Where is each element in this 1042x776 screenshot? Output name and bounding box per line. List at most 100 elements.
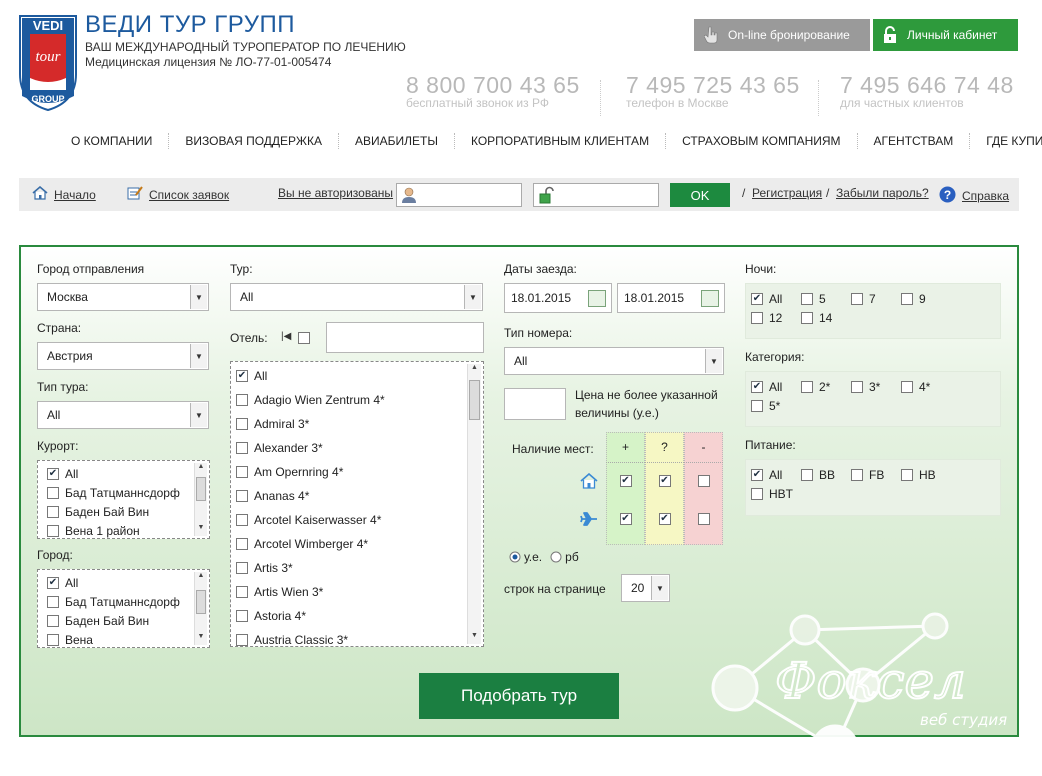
scroll-thumb[interactable]	[196, 590, 206, 614]
scrollbar[interactable]: ▲ ▼	[194, 572, 207, 645]
calendar-icon[interactable]	[588, 290, 606, 307]
calendar-icon[interactable]	[701, 290, 719, 307]
checkbox[interactable]: ✔	[751, 293, 763, 305]
checkbox[interactable]	[751, 312, 763, 324]
checkbox[interactable]	[851, 381, 863, 393]
checkbox[interactable]	[801, 469, 813, 481]
register-link[interactable]: Регистрация	[752, 186, 822, 200]
checkbox[interactable]	[47, 524, 59, 537]
option[interactable]: ✔ All	[751, 380, 782, 394]
checkbox[interactable]	[801, 381, 813, 393]
home-link[interactable]: Начало	[32, 185, 96, 203]
checkbox[interactable]	[236, 466, 248, 478]
checkbox[interactable]	[236, 586, 248, 598]
list-item[interactable]: ✔ All	[38, 573, 209, 592]
list-item[interactable]: Баден Бай Вин	[38, 611, 209, 630]
phone-moscow[interactable]: 7 495 725 43 65 телефон в Москве	[626, 72, 800, 110]
checkbox[interactable]: ✔	[658, 513, 671, 525]
checkbox[interactable]: ✔	[47, 467, 59, 480]
forgot-password-link[interactable]: Забыли пароль?	[836, 186, 929, 200]
scroll-down-icon[interactable]: ▼	[468, 632, 481, 644]
currency-radio-rb[interactable]: рб	[550, 550, 579, 564]
hotel-filter-checkbox[interactable]	[298, 332, 310, 344]
option[interactable]: FB	[851, 468, 884, 482]
checkbox[interactable]	[236, 562, 248, 574]
login-ok-button[interactable]: OK	[670, 183, 730, 207]
phone-private[interactable]: 7 495 646 74 48 для частных клиентов	[840, 72, 1014, 110]
list-item[interactable]: ✔ All	[231, 364, 483, 388]
date-to-field[interactable]: 18.01.2015	[617, 283, 725, 313]
checkbox[interactable]	[236, 490, 248, 502]
tour-select[interactable]: All ▼	[230, 283, 483, 311]
checkbox[interactable]	[236, 394, 248, 406]
hotel-search-input[interactable]	[326, 322, 484, 353]
option[interactable]: 14	[801, 311, 832, 325]
checkbox[interactable]	[851, 469, 863, 481]
orders-link[interactable]: Список заявок	[127, 186, 229, 203]
checkbox[interactable]	[47, 595, 59, 608]
checkbox[interactable]	[236, 538, 248, 550]
checkbox[interactable]	[236, 634, 248, 646]
hotel-list[interactable]: ✔ All Adagio Wien Zentrum 4* Admiral 3* Alex…	[230, 361, 484, 647]
find-tour-button[interactable]: Подобрать тур	[419, 673, 619, 719]
list-item[interactable]: Am Opernring 4*	[231, 460, 483, 484]
list-item[interactable]: Arcotel Kaiserwasser 4*	[231, 508, 483, 532]
room-type-select[interactable]: All ▼	[504, 347, 724, 375]
list-item[interactable]: Artis 3*	[231, 556, 483, 580]
scrollbar[interactable]: ▲ ▼	[194, 463, 207, 536]
option[interactable]: ✔ All	[751, 292, 782, 306]
checkbox[interactable]	[236, 514, 248, 526]
checkbox[interactable]	[236, 418, 248, 430]
list-item[interactable]: Ananas 4*	[231, 484, 483, 508]
nav-item-agencies[interactable]: АГЕНТСТВАМ	[858, 134, 970, 148]
scroll-down-icon[interactable]: ▼	[195, 524, 207, 536]
list-item[interactable]: Artis Wien 3*	[231, 580, 483, 604]
scrollbar[interactable]: ▲ ▼	[467, 364, 481, 644]
list-item[interactable]: ✔ All	[38, 464, 209, 483]
checkbox[interactable]: ✔	[751, 469, 763, 481]
nav-item-company[interactable]: О КОМПАНИИ	[55, 134, 168, 148]
nav-item-tickets[interactable]: АВИАБИЛЕТЫ	[339, 134, 454, 148]
nav-item-corporate[interactable]: КОРПОРАТИВНЫМ КЛИЕНТАМ	[455, 134, 665, 148]
scroll-up-icon[interactable]: ▲	[195, 463, 207, 475]
tour-type-select[interactable]: All ▼	[37, 401, 209, 429]
scroll-up-icon[interactable]: ▲	[468, 364, 481, 376]
checkbox[interactable]	[236, 610, 248, 622]
nav-item-where-to-buy[interactable]: ГДЕ КУПИТЬ	[970, 134, 1042, 148]
checkbox[interactable]	[801, 293, 813, 305]
checkbox[interactable]	[236, 442, 248, 454]
list-item[interactable]: Admiral 3*	[231, 412, 483, 436]
list-item[interactable]: Бад Татцманнсдорф	[38, 483, 209, 502]
list-item[interactable]: Alexander 3*	[231, 436, 483, 460]
option[interactable]: 7	[851, 292, 876, 306]
country-select[interactable]: Австрия ▼	[37, 342, 209, 370]
checkbox[interactable]	[697, 475, 710, 487]
scroll-up-icon[interactable]: ▲	[195, 572, 207, 584]
nav-item-insurance[interactable]: СТРАХОВЫМ КОМПАНИЯМ	[666, 134, 856, 148]
first-page-icon[interactable]: |◀	[281, 331, 291, 342]
list-item[interactable]: Arcotel Wimberger 4*	[231, 532, 483, 556]
checkbox[interactable]	[751, 400, 763, 412]
online-booking-button[interactable]: On-line бронирование	[694, 19, 870, 51]
checkbox[interactable]	[47, 614, 59, 627]
checkbox[interactable]: ✔	[751, 381, 763, 393]
scroll-thumb[interactable]	[196, 477, 206, 501]
checkbox[interactable]	[751, 488, 763, 500]
checkbox[interactable]: ✔	[619, 475, 632, 487]
checkbox[interactable]	[901, 381, 913, 393]
checkbox[interactable]: ✔	[619, 513, 632, 525]
option[interactable]: 2*	[801, 380, 830, 394]
option[interactable]: 9	[901, 292, 926, 306]
scroll-down-icon[interactable]: ▼	[195, 633, 207, 645]
checkbox[interactable]	[901, 469, 913, 481]
option[interactable]: ✔ All	[751, 468, 782, 482]
list-item[interactable]: Вена	[38, 630, 209, 647]
login-field[interactable]	[396, 183, 522, 207]
currency-radio-ue[interactable]: у.е.	[509, 550, 542, 564]
scroll-thumb[interactable]	[469, 380, 480, 420]
checkbox[interactable]	[47, 486, 59, 499]
option[interactable]: BB	[801, 468, 835, 482]
checkbox[interactable]	[851, 293, 863, 305]
checkbox[interactable]: ✔	[658, 475, 671, 487]
checkbox[interactable]: ✔	[47, 576, 59, 589]
